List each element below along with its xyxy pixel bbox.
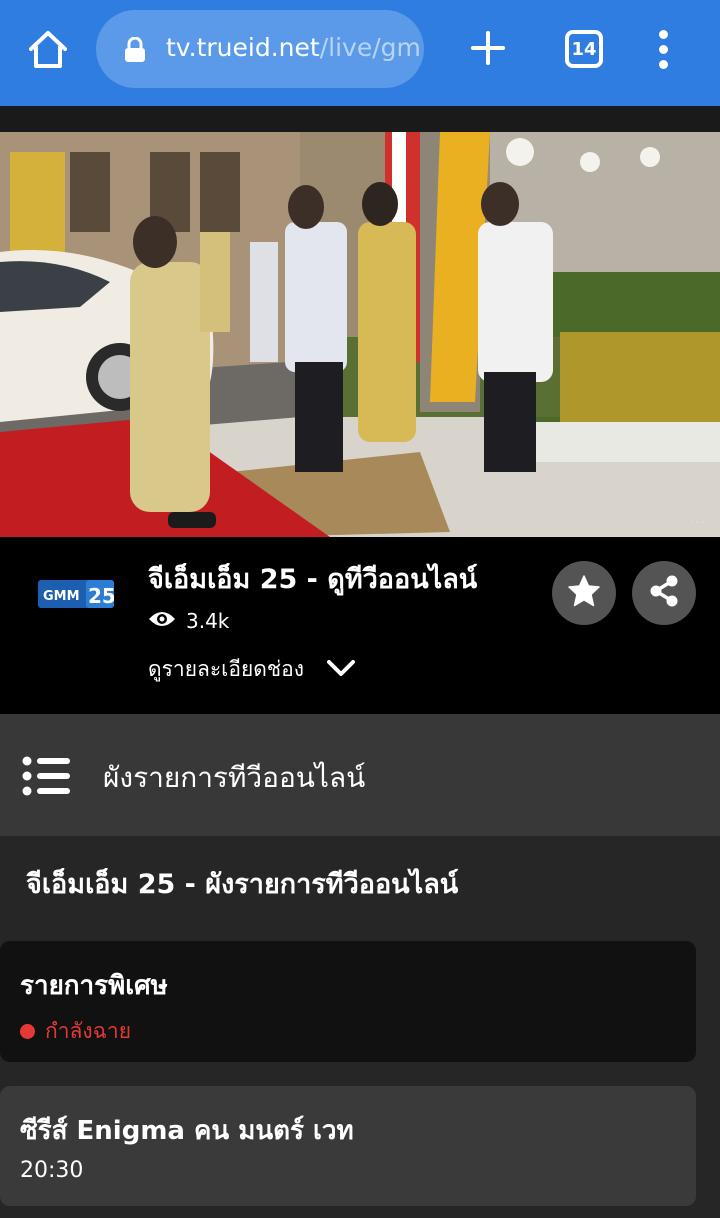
new-tab-icon[interactable]: [470, 30, 506, 66]
chevron-down-icon: [326, 658, 356, 682]
program-item-live[interactable]: รายการพิเศษ กำลังฉาย: [0, 941, 696, 1062]
video-frame-image: [0, 132, 720, 537]
url-domain: tv.trueid.net: [166, 33, 320, 62]
view-count: 3.4k: [148, 609, 229, 633]
logo-number: 25: [88, 584, 114, 608]
more-options-indicator[interactable]: ···: [690, 515, 706, 531]
browser-toolbar: tv.trueid.net/live/gm 14: [0, 0, 720, 106]
home-icon[interactable]: [26, 28, 70, 72]
live-status-label: กำลังฉาย: [45, 1019, 132, 1043]
toolbar-divider: [0, 106, 720, 132]
channel-details-toggle[interactable]: ดูรายละเอียดช่อง: [148, 653, 356, 686]
address-bar[interactable]: tv.trueid.net/live/gm: [96, 10, 424, 88]
schedule-section-title: จีเอ็มเอ็ม 25 - ผังรายการทีวีออนไลน์: [26, 869, 459, 900]
list-icon: [22, 756, 72, 796]
program-name: ซีรีส์ Enigma คน มนตร์ เวท: [20, 1116, 354, 1146]
schedule-header[interactable]: ผังรายการทีวีออนไลน์: [0, 714, 720, 836]
url-text: tv.trueid.net/live/gm: [166, 33, 421, 62]
schedule-header-label: ผังรายการทีวีออนไลน์: [103, 761, 366, 794]
program-name: รายการพิเศษ: [20, 971, 168, 1001]
share-icon: [647, 574, 681, 612]
video-player[interactable]: ···: [0, 132, 720, 537]
overflow-menu-icon[interactable]: [654, 30, 674, 70]
star-icon: [567, 574, 601, 612]
live-dot-icon: [20, 1024, 35, 1039]
live-status: กำลังฉาย: [20, 1015, 131, 1048]
url-path: /live/gm: [319, 33, 421, 62]
lock-icon: [124, 36, 146, 63]
tab-switcher-button[interactable]: 14: [565, 30, 603, 68]
view-count-value: 3.4k: [186, 609, 230, 633]
channel-logo: GMM 25: [38, 578, 116, 610]
program-item[interactable]: ซีรีส์ Enigma คน มนตร์ เวท 20:30: [0, 1086, 696, 1206]
channel-title: จีเอ็มเอ็ม 25 - ดูทีวีออนไลน์: [148, 564, 478, 595]
share-button[interactable]: [632, 561, 696, 625]
program-time: 20:30: [20, 1158, 84, 1183]
favorite-button[interactable]: [552, 561, 616, 625]
channel-info: GMM 25 จีเอ็มเอ็ม 25 - ดูทีวีออนไลน์ 3.4…: [0, 537, 720, 714]
logo-text: GMM: [43, 589, 80, 604]
details-label: ดูรายละเอียดช่อง: [148, 657, 305, 681]
eye-icon: [148, 609, 176, 633]
